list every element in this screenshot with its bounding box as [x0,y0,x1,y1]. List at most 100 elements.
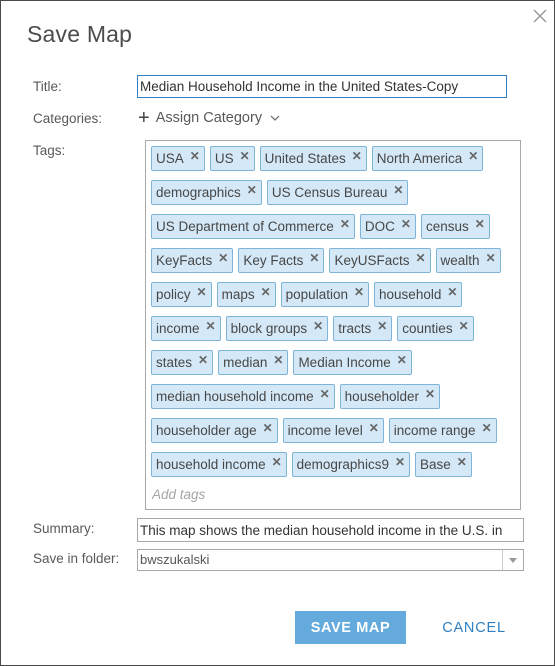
tag-label: census [425,219,469,234]
tag-chip: median ✕ [218,350,289,375]
tag-chip: block groups ✕ [225,316,329,341]
add-tags-input[interactable] [152,487,352,502]
tag-label: household income [156,457,266,472]
tags-field[interactable]: USA ✕ US ✕ United States ✕ North America ✕ demog… [145,140,521,510]
remove-tag-icon[interactable]: ✕ [352,150,362,162]
folder-label: Save in folder: [33,551,120,566]
tag-chip: North America ✕ [371,146,484,171]
remove-tag-icon[interactable]: ✕ [197,286,207,298]
remove-tag-icon[interactable]: ✕ [425,388,435,400]
tag-chip: USA ✕ [151,146,205,171]
tag-chip: Key Facts ✕ [238,248,325,273]
remove-tag-icon[interactable]: ✕ [393,184,403,196]
chevron-down-icon [270,115,280,121]
tag-chip: Base ✕ [415,452,472,477]
tag-chip: household income ✕ [151,452,287,477]
tag-label: tracts [338,321,372,336]
remove-tag-icon[interactable]: ✕ [354,286,364,298]
remove-tag-icon[interactable]: ✕ [459,320,469,332]
tag-chip: KeyFacts ✕ [151,248,234,273]
close-icon[interactable] [533,9,547,23]
dialog-title: Save Map [27,21,133,47]
remove-tag-icon[interactable]: ✕ [247,184,257,196]
tag-chip: median household income ✕ [151,384,335,409]
remove-tag-icon[interactable]: ✕ [377,320,387,332]
remove-tag-icon[interactable]: ✕ [415,252,425,264]
summary-label: Summary: [33,521,95,536]
tag-label: income range [393,423,476,438]
tag-chip: states ✕ [151,350,214,375]
tag-chip: US ✕ [209,146,255,171]
title-input[interactable] [137,75,507,98]
tag-chip: population ✕ [280,282,370,307]
remove-tag-icon[interactable]: ✕ [272,456,282,468]
tag-label: states [156,355,193,370]
remove-tag-icon[interactable]: ✕ [313,320,323,332]
tag-label: median household income [156,389,314,404]
remove-tag-icon[interactable]: ✕ [206,320,216,332]
remove-tag-icon[interactable]: ✕ [475,218,485,230]
remove-tag-icon[interactable]: ✕ [261,286,271,298]
remove-tag-icon[interactable]: ✕ [401,218,411,230]
categories-label: Categories: [33,111,103,126]
remove-tag-icon[interactable]: ✕ [218,252,228,264]
tag-chip: policy ✕ [151,282,212,307]
remove-tag-icon[interactable]: ✕ [468,150,478,162]
tag-label: income level [287,423,363,438]
tag-label: counties [402,321,453,336]
remove-tag-icon[interactable]: ✕ [190,150,200,162]
assign-category-button[interactable]: + Assign Category [138,107,280,129]
tag-label: maps [221,287,255,302]
remove-tag-icon[interactable]: ✕ [309,252,319,264]
remove-tag-icon[interactable]: ✕ [447,286,457,298]
remove-tag-icon[interactable]: ✕ [273,354,283,366]
remove-tag-icon[interactable]: ✕ [340,218,350,230]
remove-tag-icon[interactable]: ✕ [320,388,330,400]
remove-tag-icon[interactable]: ✕ [395,456,405,468]
tag-chip: income ✕ [151,316,221,341]
tag-label: KeyFacts [156,253,213,268]
tag-label: demographics9 [296,457,389,472]
assign-category-label: Assign Category [155,110,263,126]
save-map-dialog: Save Map Title: Categories: + Assign Cat… [0,0,555,666]
tag-chip: tracts ✕ [333,316,393,341]
remove-tag-icon[interactable]: ✕ [457,456,467,468]
remove-tag-icon[interactable]: ✕ [263,422,273,434]
remove-tag-icon[interactable]: ✕ [369,422,379,434]
tag-label: North America [376,151,463,166]
folder-select[interactable]: bwszukalski [137,549,524,571]
tags-label: Tags: [33,143,66,158]
save-map-button[interactable]: SAVE MAP [295,611,406,644]
tag-chip: income range ✕ [388,418,497,443]
folder-dropdown-button[interactable] [502,550,523,570]
tag-label: population [285,287,348,302]
tag-label: Key Facts [243,253,304,268]
tag-label: policy [156,287,191,302]
plus-icon: + [138,107,150,129]
tag-chip: KeyUSFacts ✕ [329,248,431,273]
remove-tag-icon[interactable]: ✕ [486,252,496,264]
tag-label: Base [420,457,451,472]
title-label: Title: [33,79,62,94]
tag-label: US Department of Commerce [156,219,334,234]
cancel-button[interactable]: CANCEL [431,611,517,644]
tag-chip: householder ✕ [339,384,441,409]
remove-tag-icon[interactable]: ✕ [240,150,250,162]
remove-tag-icon[interactable]: ✕ [198,354,208,366]
remove-tag-icon[interactable]: ✕ [397,354,407,366]
tag-label: income [156,321,200,336]
tag-chip: US Department of Commerce ✕ [151,214,355,239]
tag-chip: Median Income ✕ [293,350,412,375]
tag-label: Median Income [298,355,391,370]
summary-input[interactable] [137,518,524,542]
tag-label: householder age [156,423,257,438]
tag-label: householder [344,389,419,404]
tag-label: DOC [364,219,395,234]
tag-chip: United States ✕ [259,146,367,171]
tag-chip: householder age ✕ [151,418,278,443]
remove-tag-icon[interactable]: ✕ [482,422,492,434]
tag-label: demographics [156,185,241,200]
tag-label: median [223,355,268,370]
tag-label: block groups [230,321,308,336]
tag-chip: DOC ✕ [359,214,416,239]
